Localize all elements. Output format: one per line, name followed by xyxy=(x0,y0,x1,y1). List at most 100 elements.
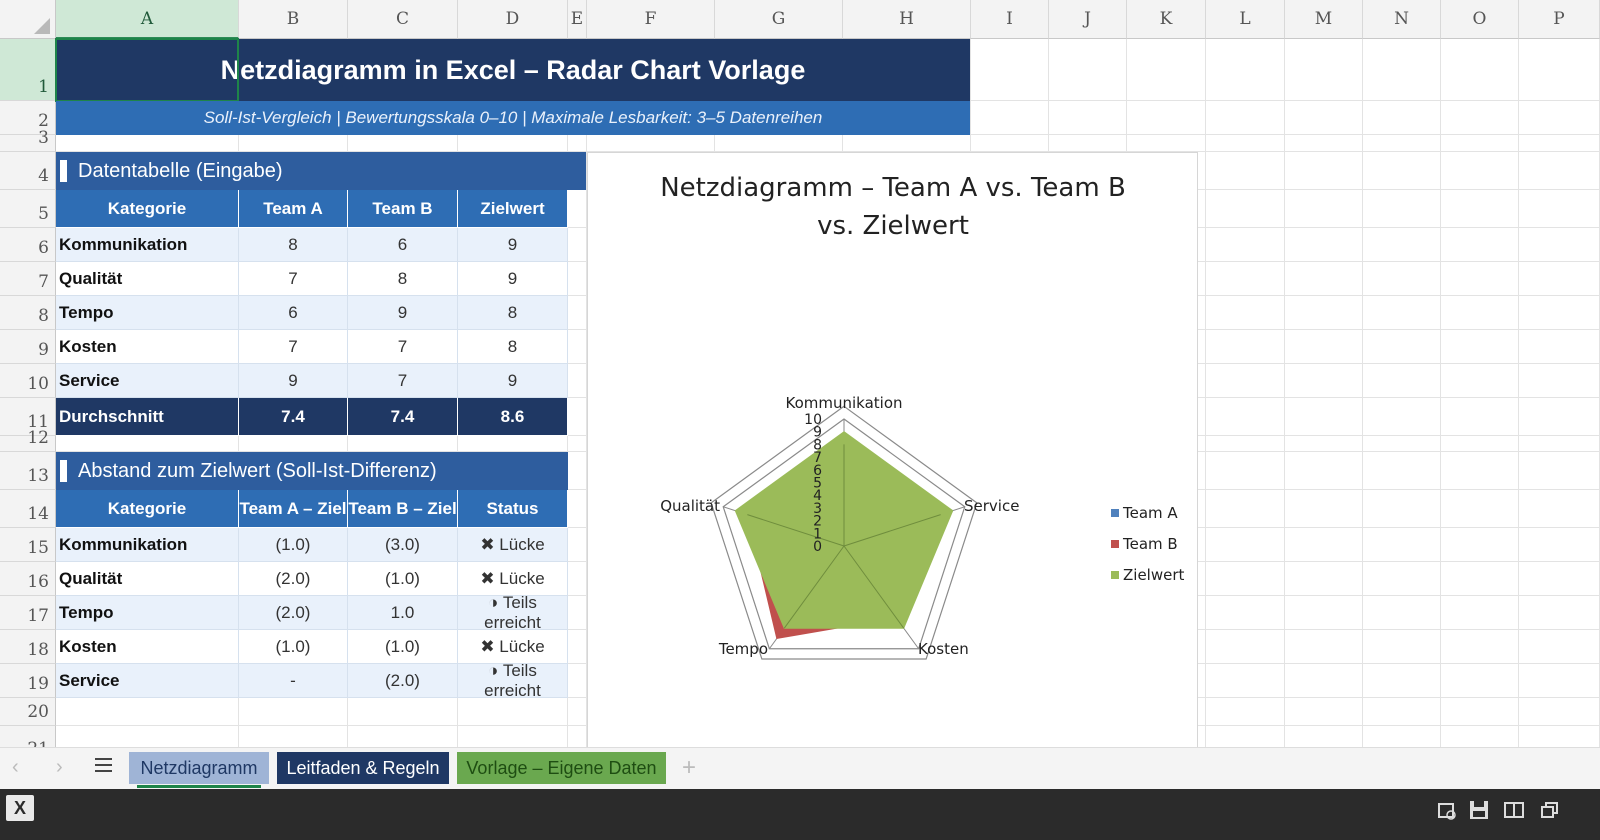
grid-cell[interactable] xyxy=(1049,101,1127,135)
grid-cell[interactable] xyxy=(1441,490,1519,528)
column-header[interactable]: Zielwert xyxy=(458,190,568,228)
column-header[interactable]: Kategorie xyxy=(56,190,239,228)
grid-cell[interactable] xyxy=(1206,262,1285,296)
category-cell[interactable]: Kosten xyxy=(56,630,239,664)
grid-cell[interactable] xyxy=(1441,452,1519,490)
grid-cell[interactable] xyxy=(1519,228,1600,262)
grid-cell[interactable] xyxy=(1285,262,1363,296)
grid-cell[interactable] xyxy=(348,436,458,452)
grid-cell[interactable] xyxy=(568,436,587,452)
grid-cell[interactable] xyxy=(1363,664,1441,698)
grid-cell[interactable] xyxy=(1127,101,1206,135)
value-cell[interactable]: 6 xyxy=(239,296,348,330)
grid-cell[interactable] xyxy=(1363,528,1441,562)
grid-cell[interactable] xyxy=(1206,228,1285,262)
row-header-8[interactable]: 8 xyxy=(0,296,56,330)
grid-cell[interactable] xyxy=(1127,39,1206,101)
column-header[interactable]: Team A xyxy=(239,190,348,228)
grid-cell[interactable] xyxy=(971,101,1049,135)
value-cell[interactable]: (2.0) xyxy=(348,664,458,698)
grid-cell[interactable] xyxy=(1363,630,1441,664)
value-cell[interactable]: 9 xyxy=(458,228,568,262)
column-header-d[interactable]: D xyxy=(458,0,568,39)
value-cell[interactable]: 9 xyxy=(348,296,458,330)
category-cell[interactable]: Kommunikation xyxy=(56,528,239,562)
grid-cell[interactable] xyxy=(568,364,587,398)
grid-cell[interactable] xyxy=(1441,528,1519,562)
grid-cell[interactable] xyxy=(239,436,348,452)
grid-cell[interactable] xyxy=(1206,398,1285,436)
grid-cell[interactable] xyxy=(1206,698,1285,726)
grid-cell[interactable] xyxy=(1519,101,1600,135)
grid-cell[interactable] xyxy=(1206,596,1285,630)
value-cell[interactable]: 6 xyxy=(348,228,458,262)
sheet-list-icon[interactable] xyxy=(94,756,114,772)
value-cell[interactable]: 7 xyxy=(348,330,458,364)
grid-cell[interactable] xyxy=(1285,664,1363,698)
value-cell[interactable]: ✖ Lücke xyxy=(458,562,568,596)
column-header-i[interactable]: I xyxy=(971,0,1049,39)
grid-cell[interactable] xyxy=(1363,452,1441,490)
column-header[interactable]: Status xyxy=(458,490,568,528)
grid-cell[interactable] xyxy=(1363,101,1441,135)
grid-cell[interactable] xyxy=(1519,262,1600,296)
grid-cell[interactable] xyxy=(568,330,587,364)
grid-cell[interactable] xyxy=(1363,330,1441,364)
value-cell[interactable]: 8 xyxy=(239,228,348,262)
grid-cell[interactable] xyxy=(1285,630,1363,664)
grid-cell[interactable] xyxy=(1519,596,1600,630)
value-cell[interactable]: 8 xyxy=(348,262,458,296)
grid-cell[interactable] xyxy=(1519,296,1600,330)
value-cell[interactable]: ◑ Teils erreicht xyxy=(458,661,568,700)
radar-chart[interactable]: Netzdiagramm – Team A vs. Team B vs. Zie… xyxy=(587,152,1198,763)
grid-cell[interactable] xyxy=(1363,39,1441,101)
row-header-12[interactable]: 12 xyxy=(0,428,56,452)
grid-cell[interactable] xyxy=(1206,190,1285,228)
grid-cell[interactable] xyxy=(1519,452,1600,490)
grid-cell[interactable] xyxy=(568,296,587,330)
grid-cell[interactable] xyxy=(1441,562,1519,596)
average-cell[interactable]: 8.6 xyxy=(458,398,568,436)
grid-cell[interactable] xyxy=(1363,436,1441,452)
grid-cell[interactable] xyxy=(568,398,587,436)
column-header-b[interactable]: B xyxy=(239,0,348,39)
value-cell[interactable]: (1.0) xyxy=(348,630,458,664)
grid-cell[interactable] xyxy=(1519,630,1600,664)
grid-cell[interactable] xyxy=(1519,528,1600,562)
category-cell[interactable]: Tempo xyxy=(56,596,239,630)
column-header[interactable]: Team A – Ziel xyxy=(239,490,348,528)
grid-cell[interactable] xyxy=(1206,630,1285,664)
grid-cell[interactable] xyxy=(1206,364,1285,398)
grid-cell[interactable] xyxy=(568,190,587,228)
grid-cell[interactable] xyxy=(1206,664,1285,698)
value-cell[interactable]: 1.0 xyxy=(348,596,458,630)
grid-cell[interactable] xyxy=(1285,152,1363,190)
grid-cell[interactable] xyxy=(1519,135,1600,152)
column-header-e[interactable]: E xyxy=(568,0,587,39)
grid-cell[interactable] xyxy=(1363,152,1441,190)
value-cell[interactable]: ◑ Teils erreicht xyxy=(458,593,568,632)
row-header-4[interactable]: 4 xyxy=(0,152,56,190)
grid-cell[interactable] xyxy=(1441,398,1519,436)
column-header-n[interactable]: N xyxy=(1363,0,1441,39)
grid-cell[interactable] xyxy=(1285,398,1363,436)
grid-cell[interactable] xyxy=(1206,39,1285,101)
value-cell[interactable]: (2.0) xyxy=(239,596,348,630)
grid-cell[interactable] xyxy=(1441,596,1519,630)
grid-cell[interactable] xyxy=(1206,452,1285,490)
value-cell[interactable]: (2.0) xyxy=(239,562,348,596)
grid-cell[interactable] xyxy=(1519,190,1600,228)
grid-cell[interactable] xyxy=(1363,562,1441,596)
value-cell[interactable]: (1.0) xyxy=(239,630,348,664)
average-cell[interactable]: 7.4 xyxy=(239,398,348,436)
grid-cell[interactable] xyxy=(568,630,587,664)
grid-cell[interactable] xyxy=(1206,296,1285,330)
category-cell[interactable]: Service xyxy=(56,664,239,698)
grid-cell[interactable] xyxy=(1363,262,1441,296)
value-cell[interactable]: 8 xyxy=(458,330,568,364)
row-header-3[interactable]: 3 xyxy=(0,128,56,152)
grid-cell[interactable] xyxy=(1363,398,1441,436)
sheet-tab[interactable]: Vorlage – Eigene Daten xyxy=(457,752,666,784)
column-header-c[interactable]: C xyxy=(348,0,458,39)
grid-cell[interactable] xyxy=(1519,152,1600,190)
